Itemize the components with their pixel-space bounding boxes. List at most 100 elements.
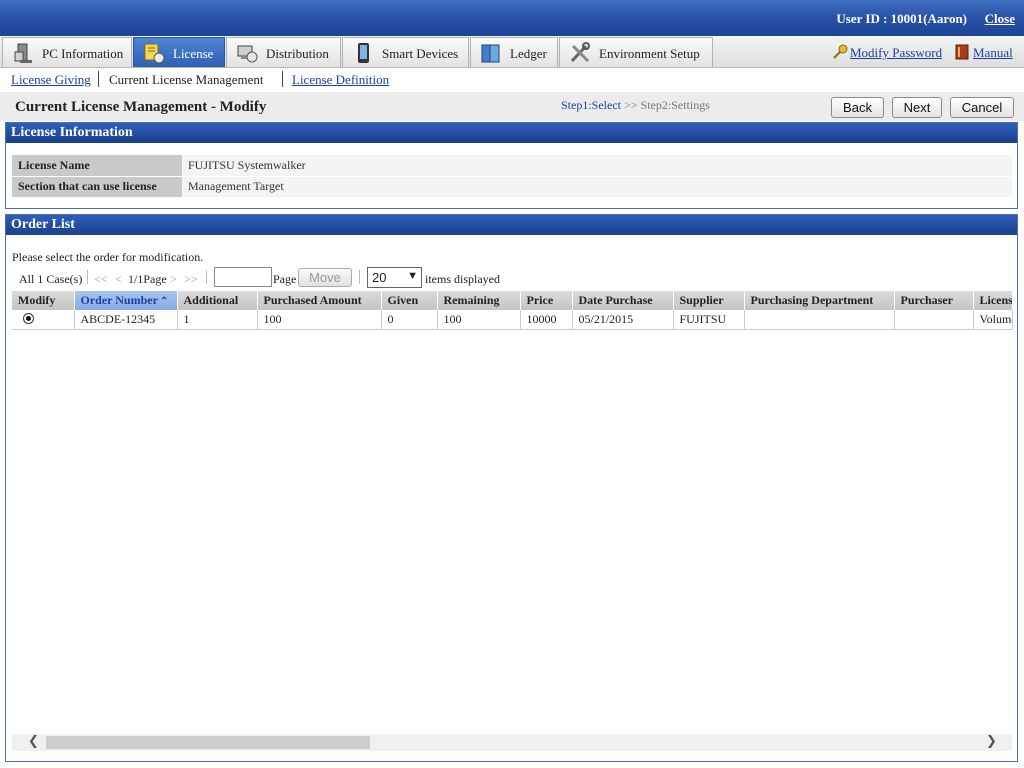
main-tab-bar: PC Information License Distribution Smar… [0, 36, 1024, 68]
close-link[interactable]: Close [985, 11, 1015, 27]
page-header: Current License Management - Modify Step… [0, 92, 1024, 121]
next-button[interactable]: Next [892, 97, 942, 118]
info-row: Section that can use license Management … [12, 176, 1012, 198]
tab-ledger[interactable]: Ledger [470, 37, 558, 67]
scrollbar-thumb[interactable] [46, 736, 370, 749]
page-indicator: 1/1Page [128, 272, 167, 286]
column-header-sorted[interactable]: Order Number ⌃ [74, 291, 178, 310]
section-header: Order List [6, 215, 1017, 235]
modify-password-link[interactable]: Modify Password [850, 45, 942, 61]
first-page-link[interactable]: << [94, 272, 108, 287]
tab-label: License [173, 46, 214, 61]
prev-page-link[interactable]: < [115, 272, 122, 287]
sort-ascending-icon: ⌃ [159, 296, 169, 307]
license-giving-link[interactable]: License Giving [11, 72, 91, 88]
column-header[interactable]: Supplier [673, 291, 745, 310]
modify-cell[interactable] [12, 310, 75, 330]
column-header-label: Order Number [80, 293, 158, 307]
tab-label: Ledger [510, 46, 547, 61]
divider [282, 71, 283, 87]
column-header[interactable]: Purchaser [894, 291, 974, 310]
license-definition-link[interactable]: License Definition [292, 72, 389, 88]
column-header[interactable]: Remaining [437, 291, 521, 310]
additional-cell: 1 [177, 310, 258, 330]
back-button[interactable]: Back [831, 97, 884, 118]
order-list-panel: Order List Please select the order for m… [5, 214, 1018, 762]
page-size-select[interactable]: 20 ▼ [367, 267, 422, 288]
license-info-table: License Name FUJITSU Systemwalker Sectio… [12, 155, 1012, 198]
column-header: Modify [12, 291, 75, 310]
tab-environment-setup[interactable]: Environment Setup [559, 37, 713, 67]
current-subnav-item: Current License Management [109, 72, 264, 87]
tab-pc-information[interactable]: PC Information [2, 37, 132, 67]
book-icon [955, 44, 969, 60]
smartphone-icon [358, 43, 369, 63]
tab-smart-devices[interactable]: Smart Devices [342, 37, 469, 67]
license-information-panel: License Information License Name FUJITSU… [5, 122, 1018, 209]
tab-distribution[interactable]: Distribution [226, 37, 341, 67]
remaining-cell: 100 [437, 310, 521, 330]
next-page-link[interactable]: > [170, 272, 177, 287]
page-size-value: 20 [372, 270, 387, 285]
tab-label: PC Information [42, 46, 124, 61]
column-header[interactable]: Price [520, 291, 573, 310]
modify-radio[interactable] [23, 312, 34, 324]
step-2: Step2:Settings [640, 98, 710, 112]
key-icon [833, 44, 848, 59]
horizontal-scrollbar[interactable]: ❮ ❯ [12, 734, 1012, 751]
cancel-button[interactable]: Cancel [950, 97, 1014, 118]
purchased-amount-cell: 100 [257, 310, 382, 330]
license-cell: Volume [973, 310, 1013, 330]
column-header[interactable]: Purchased Amount [257, 291, 382, 310]
step-separator: >> [624, 98, 638, 112]
total-count: All 1 Case(s) [19, 272, 83, 286]
tab-license[interactable]: License [133, 37, 225, 67]
page-label: Page [273, 272, 297, 286]
supplier-cell: FUJITSU [673, 310, 745, 330]
pc-icon [14, 43, 32, 63]
info-key: Section that can use license [12, 176, 182, 198]
items-displayed-label: items displayed [425, 272, 500, 286]
page-title: Current License Management - Modify [15, 99, 267, 115]
divider [206, 270, 207, 284]
date-purchase-cell: 05/21/2015 [572, 310, 674, 330]
info-row: License Name FUJITSU Systemwalker [12, 155, 1012, 177]
distribution-icon [237, 45, 258, 63]
step-indicator: Step1:Select >> Step2:Settings [561, 98, 710, 113]
tab-label: Smart Devices [382, 46, 459, 61]
scroll-right-icon[interactable]: ❯ [986, 734, 997, 749]
column-header[interactable]: Additional [177, 291, 258, 310]
scroll-left-icon[interactable]: ❮ [28, 734, 39, 749]
pager: All 1 Case(s) << < 1/1Page > >> Page Mov… [12, 267, 1012, 291]
order-number-cell: ABCDE-12345 [74, 310, 178, 330]
column-header[interactable]: Given [381, 291, 438, 310]
top-bar: User ID : 10001(Aaron) Close [0, 0, 1024, 36]
page-number-input[interactable] [214, 267, 272, 287]
user-id-label: User ID : 10001(Aaron) [836, 11, 967, 26]
divider [98, 71, 99, 87]
info-key: License Name [12, 155, 182, 177]
section-header: License Information [6, 123, 1017, 143]
tab-label: Distribution [266, 46, 329, 61]
purchaser-cell [894, 310, 974, 330]
table-header-row: Modify Order Number ⌃ Additional Purchase… [12, 291, 1013, 310]
column-header[interactable]: Purchasing Department [744, 291, 895, 310]
table-row[interactable]: ABCDE-12345 1 100 0 100 10000 05/21/2015… [12, 310, 1013, 330]
info-value: FUJITSU Systemwalker [182, 155, 1012, 177]
tab-label: Environment Setup [599, 46, 700, 61]
price-cell: 10000 [520, 310, 573, 330]
instruction-text: Please select the order for modification… [12, 250, 204, 264]
order-table: Modify Order Number ⌃ Additional Purchase… [12, 291, 1013, 330]
sub-navigation: License Giving Current License Managemen… [0, 69, 1024, 91]
given-cell: 0 [381, 310, 438, 330]
last-page-link[interactable]: >> [184, 272, 198, 287]
tools-icon [570, 42, 590, 63]
move-button[interactable]: Move [298, 268, 352, 287]
chevron-down-icon: ▼ [407, 270, 418, 282]
divider [87, 270, 88, 284]
info-value: Management Target [182, 176, 1012, 198]
manual-link[interactable]: Manual [973, 45, 1013, 61]
column-header[interactable]: Date Purchase [572, 291, 674, 310]
divider [359, 270, 360, 284]
column-header[interactable]: License [973, 291, 1013, 310]
